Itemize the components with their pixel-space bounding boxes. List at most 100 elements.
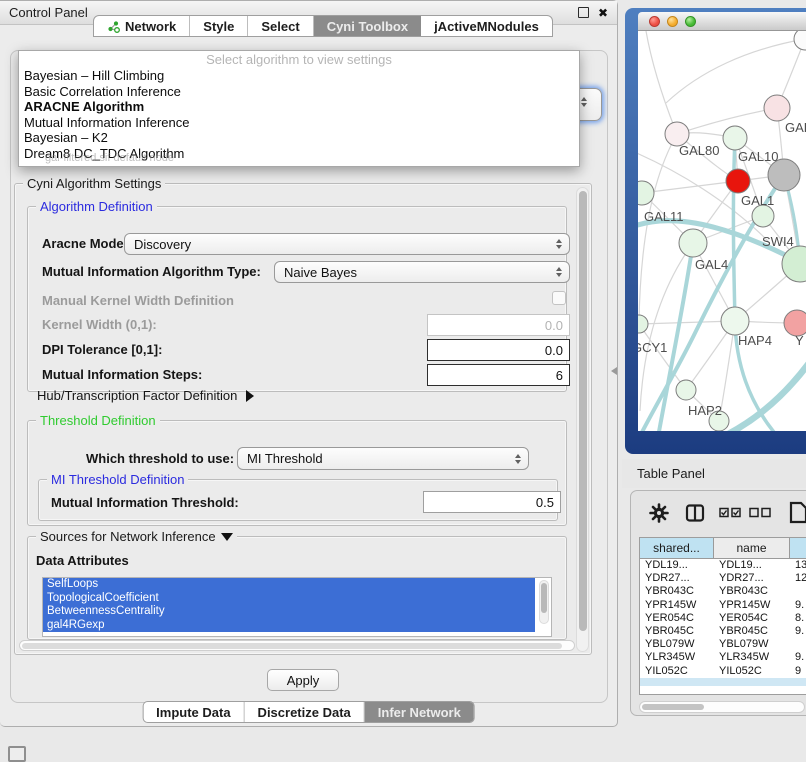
data-attribute-item-selected[interactable]: gal4RGexp bbox=[43, 619, 535, 633]
scrollbar-thumb[interactable] bbox=[579, 191, 587, 631]
table-row[interactable]: YBR045CYBR045C9. bbox=[640, 625, 806, 638]
table-cell: YBR043C bbox=[714, 585, 790, 598]
network-edge[interactable] bbox=[646, 31, 677, 134]
data-attribute-item-selected[interactable]: BetweennessCentrality bbox=[43, 605, 535, 619]
table-row[interactable]: YDR27...YDR27...12 bbox=[640, 572, 806, 585]
hub-definition-expander[interactable]: Hub/Transcription Factor Definition bbox=[37, 388, 254, 403]
kernel-width-field[interactable]: 0.0 bbox=[427, 314, 570, 336]
dock-panel-icon[interactable] bbox=[8, 746, 26, 762]
mi-algorithm-type-combobox[interactable]: Naive Bayes bbox=[274, 261, 570, 283]
network-node[interactable] bbox=[752, 205, 774, 227]
network-canvas[interactable]: GALGAL80GAL10GAL1GAL11SWI4GAL4HAP4YGCY1H… bbox=[638, 31, 806, 431]
tab-discretize-data[interactable]: Discretize Data bbox=[245, 702, 365, 722]
network-edge[interactable] bbox=[666, 39, 805, 103]
table-cell: YBL079W bbox=[714, 638, 790, 651]
deselect-all-checkboxes-icon[interactable] bbox=[749, 507, 772, 518]
tab-impute-data[interactable]: Impute Data bbox=[143, 702, 244, 722]
algorithm-option[interactable]: Basic Correlation Inference bbox=[19, 84, 579, 100]
zoom-traffic-light-icon[interactable] bbox=[685, 16, 696, 27]
tab-infer-network[interactable]: Infer Network bbox=[365, 702, 474, 722]
network-node[interactable] bbox=[726, 169, 750, 193]
network-node[interactable] bbox=[638, 315, 648, 333]
scrollbar-thumb[interactable] bbox=[541, 583, 547, 613]
mi-steps-field[interactable]: 6 bbox=[427, 364, 570, 386]
which-threshold-label: Which threshold to use: bbox=[86, 451, 234, 466]
table-cell: YBR045C bbox=[640, 625, 714, 638]
table-cell: YER054C bbox=[714, 612, 790, 625]
minimize-traffic-light-icon[interactable] bbox=[667, 16, 678, 27]
data-attribute-item-selected[interactable]: SelfLoops bbox=[43, 578, 535, 592]
table-header-row: shared...name bbox=[640, 538, 806, 559]
table-horizontal-scrollbar[interactable] bbox=[639, 701, 805, 713]
network-node[interactable] bbox=[676, 380, 696, 400]
tab-network-label: Network bbox=[125, 19, 176, 34]
network-icon bbox=[107, 20, 120, 33]
apply-button[interactable]: Apply bbox=[267, 669, 339, 691]
table-row[interactable]: YLR345WYLR345W9. bbox=[640, 651, 806, 664]
table-cell: 9. bbox=[790, 599, 806, 612]
data-attribute-item-selected[interactable]: TopologicalCoefficient bbox=[43, 592, 535, 606]
mi-steps-label: Mutual Information Steps: bbox=[42, 367, 202, 382]
which-threshold-combobox[interactable]: MI Threshold bbox=[237, 447, 529, 470]
new-document-icon[interactable] bbox=[789, 501, 806, 525]
table-cell: YDL19... bbox=[640, 559, 714, 572]
table-row[interactable]: YIL052CYIL052C9 bbox=[640, 665, 806, 678]
table-cell: YLR345W bbox=[640, 651, 714, 664]
float-window-icon[interactable] bbox=[578, 7, 589, 18]
table-cell bbox=[790, 638, 806, 651]
network-node[interactable] bbox=[764, 95, 790, 121]
tab-network[interactable]: Network bbox=[94, 16, 190, 36]
table-cell: YDR27... bbox=[714, 572, 790, 585]
tab-select[interactable]: Select bbox=[248, 16, 313, 36]
table-row[interactable]: YBL079WYBL079W bbox=[640, 638, 806, 651]
which-threshold-value: MI Threshold bbox=[247, 451, 323, 466]
algorithm-option[interactable]: Mutual Information Inference bbox=[19, 115, 579, 131]
close-traffic-light-icon[interactable] bbox=[649, 16, 660, 27]
node-label: Y bbox=[795, 333, 804, 348]
algorithm-popup-list: Bayesian – Hill ClimbingBasic Correlatio… bbox=[19, 68, 579, 161]
table-row[interactable]: YER054CYER054C8. bbox=[640, 612, 806, 625]
algorithm-option[interactable]: ARACNE Algorithm bbox=[19, 99, 579, 115]
close-icon[interactable]: ✖ bbox=[598, 7, 608, 19]
top-tabbar: Network Style Select Cyni Toolbox jActiv… bbox=[93, 15, 553, 37]
algorithm-option[interactable]: Bayesian – K2 bbox=[19, 130, 579, 146]
splitter-collapse-icon[interactable] bbox=[611, 367, 617, 375]
manual-kernel-label: Manual Kernel Width Definition bbox=[42, 293, 234, 308]
manual-kernel-checkbox[interactable] bbox=[552, 291, 566, 305]
network-node[interactable] bbox=[794, 31, 806, 50]
network-node[interactable] bbox=[721, 307, 749, 335]
data-attributes-label: Data Attributes bbox=[36, 553, 129, 568]
mi-type-label: Mutual Information Algorithm Type: bbox=[42, 264, 261, 279]
table-row[interactable]: YBR043CYBR043C bbox=[640, 585, 806, 598]
table-column-header[interactable] bbox=[790, 538, 806, 559]
scrollbar-thumb[interactable] bbox=[22, 643, 562, 649]
aracne-mode-combobox[interactable]: Discovery bbox=[124, 233, 570, 255]
table-column-header[interactable]: name bbox=[714, 538, 790, 559]
columns-icon[interactable] bbox=[685, 503, 705, 523]
settings-horizontal-scrollbar[interactable] bbox=[19, 640, 575, 651]
tab-style[interactable]: Style bbox=[190, 16, 248, 36]
network-node[interactable] bbox=[679, 229, 707, 257]
network-window-titlebar[interactable] bbox=[638, 12, 806, 31]
mi-threshold-field[interactable]: 0.5 bbox=[423, 491, 561, 513]
node-table-body: YDL19...YDL19...13YDR27...YDR27...12YBR0… bbox=[640, 559, 806, 678]
collapse-arrow-icon[interactable] bbox=[221, 533, 233, 541]
list-vertical-scrollbar[interactable] bbox=[539, 580, 549, 624]
table-row[interactable]: YPR145WYPR145W9. bbox=[640, 599, 806, 612]
node-attribute-table[interactable]: shared...name YDL19...YDL19...13YDR27...… bbox=[639, 537, 806, 695]
table-column-header[interactable]: shared... bbox=[640, 538, 714, 559]
node-label: GAL11 bbox=[644, 209, 684, 224]
network-node[interactable] bbox=[723, 126, 747, 150]
select-all-checkboxes-icon[interactable] bbox=[719, 507, 742, 518]
gear-icon[interactable] bbox=[649, 503, 669, 523]
settings-vertical-scrollbar[interactable] bbox=[576, 187, 589, 652]
tab-cyni-toolbox[interactable]: Cyni Toolbox bbox=[314, 16, 421, 36]
data-attributes-list[interactable]: SelfLoopsTopologicalCoefficientBetweenne… bbox=[42, 577, 552, 637]
dpi-tolerance-field[interactable]: 0.0 bbox=[427, 339, 570, 361]
table-row[interactable]: YDL19...YDL19...13 bbox=[640, 559, 806, 572]
tab-jactivemnodules[interactable]: jActiveMNodules bbox=[421, 16, 552, 36]
dpi-tolerance-label: DPI Tolerance [0,1]: bbox=[42, 342, 162, 357]
combo-arrows-icon bbox=[556, 239, 562, 249]
scrollbar-thumb[interactable] bbox=[642, 704, 704, 710]
algorithm-option[interactable]: Bayesian – Hill Climbing bbox=[19, 68, 579, 84]
